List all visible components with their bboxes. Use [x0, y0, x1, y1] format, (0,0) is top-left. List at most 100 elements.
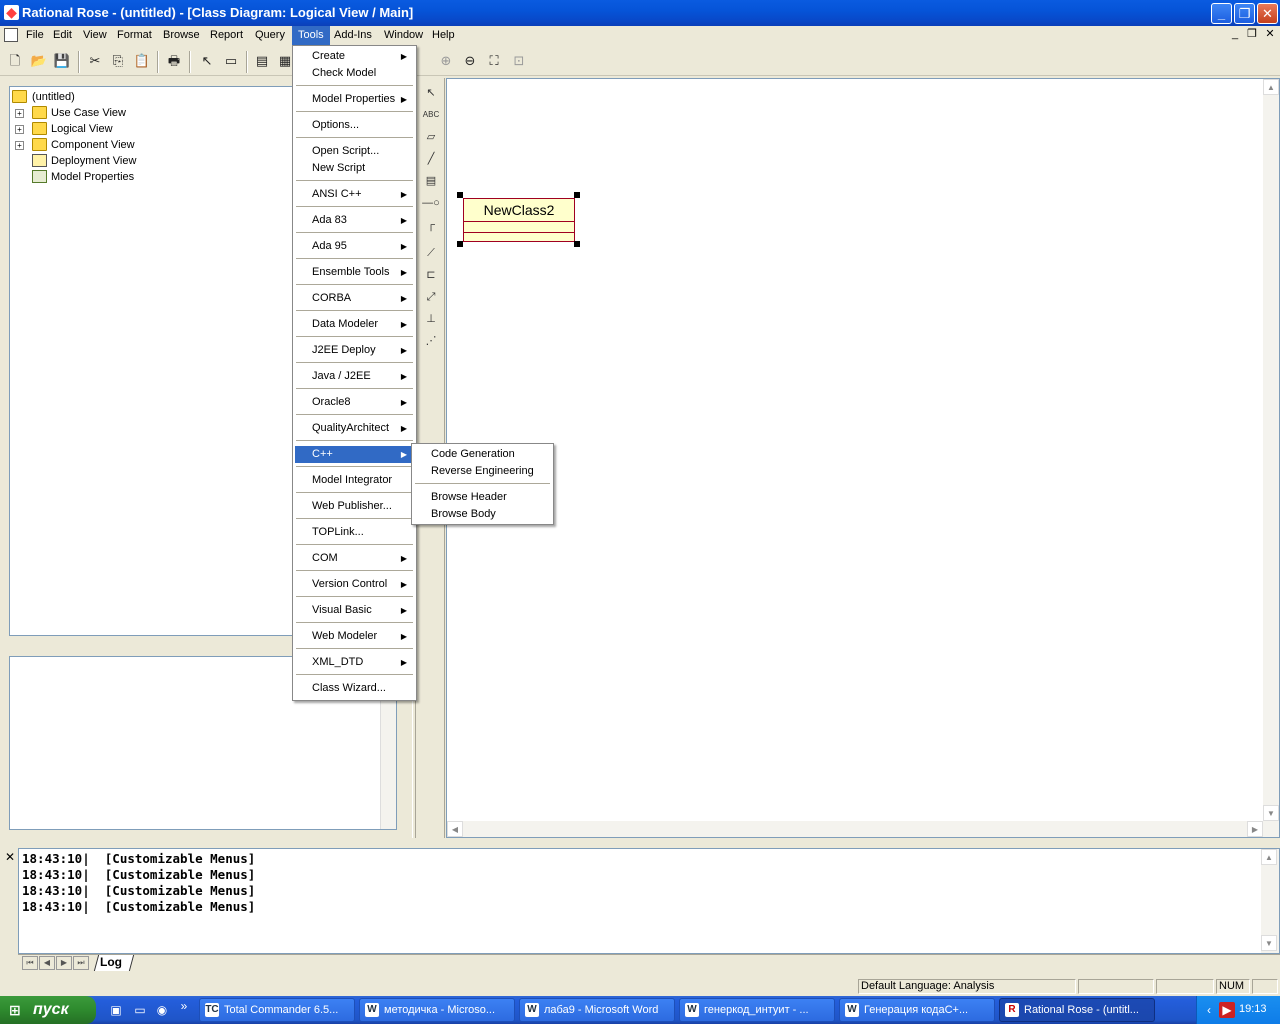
cpp-reverse-engineering[interactable]: Reverse Engineering [414, 463, 551, 480]
menu-query[interactable]: Query [249, 26, 291, 45]
tools-menu-item-visual-basic[interactable]: Visual Basic ▶ [295, 602, 414, 619]
context-help-icon[interactable]: ↖ [198, 52, 216, 70]
tree-item-component-view[interactable]: + Component View [10, 137, 230, 153]
selection-handle[interactable] [574, 241, 580, 247]
tree-item-model-properties[interactable]: Model Properties [10, 169, 230, 185]
task-rational-rose[interactable]: R Rational Rose - (untitl... [999, 998, 1155, 1022]
zoom-out-icon[interactable]: ⊖ [461, 52, 479, 70]
save-icon[interactable]: 💾 [53, 52, 71, 70]
tools-menu-item-xml-dtd[interactable]: XML_DTD ▶ [295, 654, 414, 671]
tools-menu-item-oracle8[interactable]: Oracle8 ▶ [295, 394, 414, 411]
tools-menu-item-data-modeler[interactable]: Data Modeler ▶ [295, 316, 414, 333]
cpp-browse-header[interactable]: Browse Header [414, 489, 551, 506]
tools-menu-item-ensemble-tools[interactable]: Ensemble Tools ▶ [295, 264, 414, 281]
diagram-horizontal-scrollbar[interactable]: ◀ ▶ [447, 821, 1279, 837]
interface-tool-icon[interactable]: —○ [421, 194, 441, 212]
scroll-up-icon[interactable]: ▲ [1263, 79, 1279, 95]
view-doc-icon[interactable]: ▭ [222, 52, 240, 70]
class-diagram-canvas[interactable]: NewClass2 ▲ ▼ ◀ ▶ [446, 78, 1280, 838]
mdi-minimize-button[interactable]: _ [1227, 28, 1243, 42]
fit-in-window-icon[interactable]: ⛶ [485, 52, 503, 70]
tools-menu-item-cpp[interactable]: C++ ▶ [295, 446, 414, 463]
tree-item-logical-view[interactable]: + Logical View [10, 121, 230, 137]
scroll-left-icon[interactable]: ◀ [447, 821, 463, 837]
tools-menu-item-options[interactable]: Options... [295, 117, 414, 134]
scroll-down-icon[interactable]: ▼ [1263, 805, 1279, 821]
class-newclass2[interactable]: NewClass2 [463, 198, 575, 242]
menu-help[interactable]: Help [426, 26, 461, 45]
first-tab-icon[interactable]: ⏮ [22, 956, 38, 970]
prev-tab-icon[interactable]: ◀ [39, 956, 55, 970]
anchor-note-tool-icon[interactable]: ╱ [421, 150, 441, 168]
tools-menu-item-web-publisher[interactable]: Web Publisher... [295, 498, 414, 515]
tray-app-icon[interactable]: ▶ [1219, 1002, 1235, 1018]
new-icon[interactable]: 🗋 [6, 52, 24, 70]
tools-menu-item-corba[interactable]: CORBA ▶ [295, 290, 414, 307]
association-tool-icon[interactable]: ┌ [421, 216, 441, 234]
tree-root[interactable]: (untitled) [10, 89, 210, 105]
class-name[interactable]: NewClass2 [464, 199, 574, 222]
task-word-metodichka[interactable]: W методичка - Microso... [359, 998, 515, 1022]
document-icon[interactable] [4, 28, 18, 42]
selection-handle[interactable] [457, 241, 463, 247]
tools-menu-item-class-wizard[interactable]: Class Wizard... [295, 680, 414, 697]
tools-menu-item-ansi-cpp[interactable]: ANSI C++ ▶ [295, 186, 414, 203]
log-scrollbar[interactable]: ▲ ▼ [1261, 849, 1279, 953]
selection-handle[interactable] [457, 192, 463, 198]
mdi-restore-button[interactable]: ❐ [1244, 28, 1260, 42]
selection-tool-icon[interactable]: ↖ [421, 84, 441, 102]
diagram-vertical-scrollbar[interactable]: ▲ ▼ [1263, 79, 1279, 821]
generalization-tool-icon[interactable]: ⊥ [421, 310, 441, 328]
selection-handle[interactable] [574, 192, 580, 198]
tools-menu-item-check-model[interactable]: Check Model [295, 65, 414, 82]
note-tool-icon[interactable]: ▱ [421, 128, 441, 146]
rational-rose-icon[interactable]: ◆ [4, 5, 19, 20]
model-browser[interactable]: (untitled) + Use Case View + Logical Vie… [9, 86, 301, 636]
open-icon[interactable]: 📂 [30, 52, 48, 70]
expand-icon[interactable]: + [15, 141, 24, 150]
tools-menu-item-model-properties[interactable]: Model Properties ▶ [295, 91, 414, 108]
tools-menu-item-web-modeler[interactable]: Web Modeler ▶ [295, 628, 414, 645]
class-tool-icon[interactable]: ▤ [421, 172, 441, 190]
scroll-down-icon[interactable]: ▼ [1261, 935, 1277, 951]
scroll-up-icon[interactable]: ▲ [1261, 849, 1277, 865]
quick-launch-overflow-icon[interactable]: » [176, 998, 192, 1014]
menu-view[interactable]: View [77, 26, 113, 45]
tools-menu-item-quality-architect[interactable]: QualityArchitect ▶ [295, 420, 414, 437]
menu-report[interactable]: Report [204, 26, 249, 45]
task-word-laba9[interactable]: W лаба9 - Microsoft Word [519, 998, 675, 1022]
next-tab-icon[interactable]: ▶ [56, 956, 72, 970]
dependency-tool-icon[interactable]: ⤢ [421, 288, 441, 306]
restore-button[interactable]: ❐ [1234, 3, 1255, 24]
task-total-commander[interactable]: TC Total Commander 6.5... [199, 998, 355, 1022]
tools-menu-item-ada-95[interactable]: Ada 95 ▶ [295, 238, 414, 255]
expand-icon[interactable]: + [15, 109, 24, 118]
log-window[interactable]: 18:43:10| [Customizable Menus] 18:43:10|… [18, 848, 1280, 954]
paste-icon[interactable]: 📋 [133, 52, 151, 70]
cut-icon[interactable]: ✂ [86, 52, 104, 70]
menu-add-ins[interactable]: Add-Ins [328, 26, 378, 45]
last-tab-icon[interactable]: ⏭ [73, 956, 89, 970]
tools-menu-item-toplink[interactable]: TOPLink... [295, 524, 414, 541]
menu-window[interactable]: Window [378, 26, 429, 45]
title-bar[interactable]: ◆ Rational Rose - (untitled) - [Class Di… [0, 0, 1280, 26]
tray-chevron-icon[interactable]: ‹ [1201, 1002, 1217, 1018]
log-close-icon[interactable]: ✕ [5, 850, 15, 864]
show-desktop-icon[interactable]: ▭ [132, 1002, 148, 1018]
task-word-generkod[interactable]: W генеркод_интуит - ... [679, 998, 835, 1022]
copy-icon[interactable]: ⎘ [109, 52, 127, 70]
tools-menu-item-com[interactable]: COM ▶ [295, 550, 414, 567]
menu-browse[interactable]: Browse [157, 26, 206, 45]
cpp-browse-body[interactable]: Browse Body [414, 506, 551, 523]
menu-tools[interactable]: Tools [292, 26, 330, 45]
aggregation-tool-icon[interactable]: ⟋ [421, 244, 441, 262]
browse-class-diagram-icon[interactable]: ▤ [253, 52, 271, 70]
mdi-close-button[interactable]: ✕ [1262, 28, 1278, 42]
cpp-code-generation[interactable]: Code Generation [414, 446, 551, 463]
zoom-in-icon[interactable]: ⊕ [437, 52, 455, 70]
print-icon[interactable]: 🖶 [165, 52, 183, 70]
menu-edit[interactable]: Edit [47, 26, 78, 45]
tab-log-label[interactable]: Log [100, 955, 122, 970]
close-button[interactable]: ✕ [1257, 3, 1278, 24]
tools-menu-item-new-script[interactable]: New Script [295, 160, 414, 177]
